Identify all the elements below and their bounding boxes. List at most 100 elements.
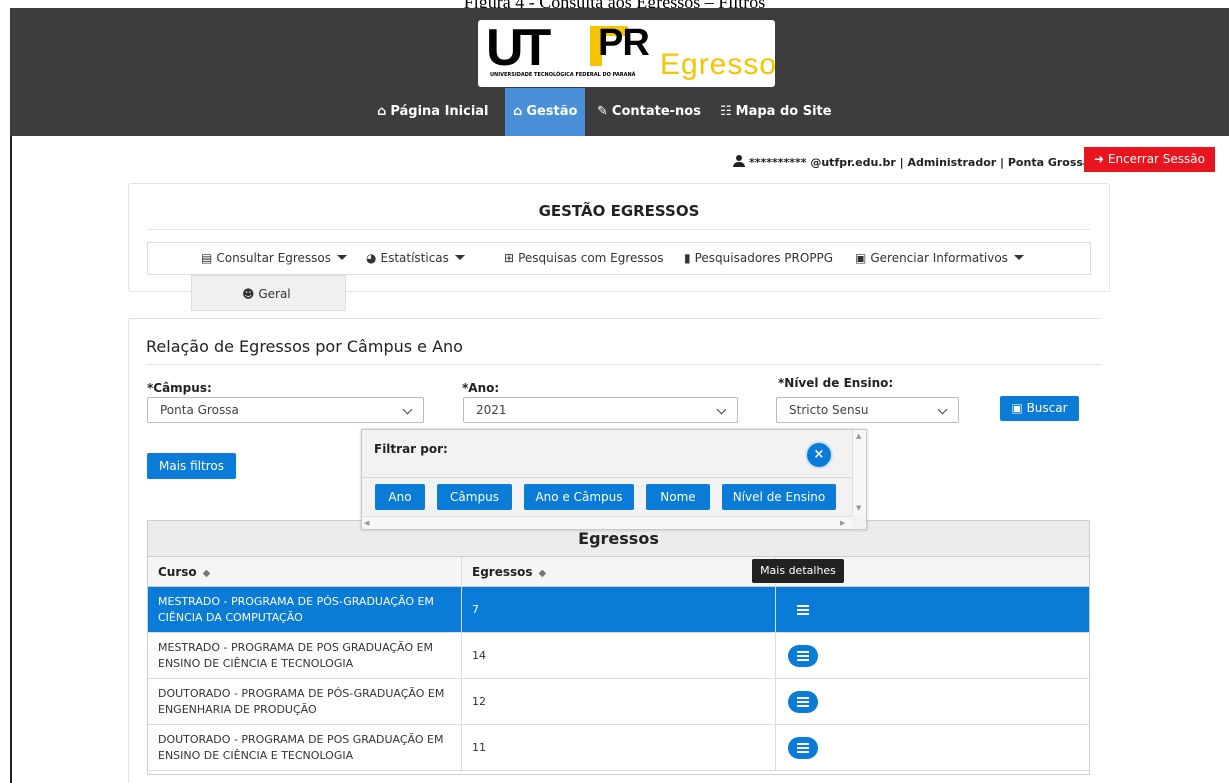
page-left-border [10, 136, 12, 783]
logout-button[interactable]: ➜ Encerrar Sessão [1084, 147, 1215, 172]
filter-nome-button[interactable]: Nome [646, 484, 710, 510]
menu-pesquisas-com-egressos[interactable]: ⊞ Pesquisas com Egressos [504, 243, 664, 274]
table-row[interactable]: MESTRADO - PROGRAMA DE POS GRADUAÇÃO EM … [148, 633, 1089, 679]
buscar-label: Buscar [1026, 401, 1068, 415]
details-button[interactable] [788, 737, 818, 759]
cell-actions [776, 679, 1089, 724]
nivel-select[interactable]: Stricto Sensu [776, 397, 959, 423]
scroll-right-icon: ▶ [840, 519, 846, 527]
cell-curso: DOUTORADO - PROGRAMA DE POS GRADUAÇÃO EM… [148, 725, 462, 770]
nav-label: Mapa do Site [735, 104, 832, 119]
mais-filtros-label: Mais filtros [159, 459, 224, 473]
utfpr-egressos-logo[interactable]: UT PR UNIVERSIDADE TECNOLÓGICA FEDERAL D… [478, 20, 775, 87]
menu-estatisticas[interactable]: ◕ Estatísticas [366, 243, 465, 274]
book-icon: ▮ [684, 251, 691, 265]
cell-egressos: 14 [462, 633, 776, 678]
nav-mapa-do-site[interactable]: ☷ Mapa do Site [720, 88, 832, 136]
filter-campus-button[interactable]: Câmpus [437, 484, 512, 510]
table-row[interactable]: MESTRADO - PROGRAMA DE PÓS-GRADUAÇÃO EM … [148, 587, 1089, 633]
caret-down-icon [337, 255, 348, 260]
buscar-button[interactable]: ▣ Buscar [1000, 396, 1079, 421]
table-row[interactable]: DOUTORADO - PROGRAMA DE PÓS-GRADUAÇÃO EM… [148, 679, 1089, 725]
dropdown-item-geral[interactable]: ☻ Geral [242, 276, 291, 312]
divider [146, 364, 1101, 365]
ano-value: 2021 [476, 403, 507, 417]
details-button[interactable] [788, 599, 818, 621]
ano-label: *Ano: [462, 381, 500, 395]
relacao-title: Relação de Egressos por Câmpus e Ano [146, 337, 463, 356]
nav-gestao[interactable]: ⌂ Gestão [505, 88, 586, 136]
scroll-up-icon: ▲ [856, 432, 862, 440]
logout-label: Encerrar Sessão [1107, 152, 1205, 166]
caret-down-icon [454, 255, 465, 260]
logo-subtitle: UNIVERSIDADE TECNOLÓGICA FEDERAL DO PARA… [490, 72, 636, 78]
table-icon: ⊞ [504, 251, 515, 265]
nav-pagina-inicial[interactable]: ⌂ Página Inicial [377, 88, 489, 136]
close-icon: × [813, 447, 825, 462]
logo-pr-text: PR [598, 22, 650, 64]
nav-label: Gestão [526, 104, 578, 119]
sitemap-icon: ☷ [720, 104, 732, 119]
logo-product-name: Egressos [660, 48, 775, 81]
list-icon [797, 697, 809, 707]
cell-curso: MESTRADO - PROGRAMA DE PÓS-GRADUAÇÃO EM … [148, 587, 462, 632]
dropdown-label: Geral [258, 287, 291, 301]
details-button[interactable] [788, 691, 818, 713]
institution-icon: ⌂ [513, 104, 523, 119]
cell-egressos: 7 [462, 587, 776, 632]
chevron-down-icon [402, 404, 413, 415]
filter-title: Filtrar por: [374, 442, 448, 456]
filter-nivel-de-ensino-button[interactable]: Nível de Ensino [722, 484, 836, 510]
cell-curso: MESTRADO - PROGRAMA DE POS GRADUAÇÃO EM … [148, 633, 462, 678]
gestao-title: GESTÃO EGRESSOS [538, 202, 700, 220]
cell-egressos: 12 [462, 679, 776, 724]
details-button[interactable] [788, 645, 818, 667]
egressos-table: Egressos Curso ◆ Egressos ◆ MESTRADO - PRO… [147, 520, 1090, 775]
column-label: Egressos [472, 565, 533, 579]
consultar-dropdown: ☻ Geral [191, 275, 346, 311]
menu-pesquisadores-proppg[interactable]: ▮ Pesquisadores PROPPG [684, 243, 833, 274]
campus-value: Ponta Grossa [160, 403, 239, 417]
cell-actions [776, 633, 1089, 678]
list-icon [797, 743, 809, 753]
sign-out-icon: ➜ [1094, 152, 1108, 166]
nivel-label: *Nível de Ensino: [778, 376, 894, 390]
pie-chart-icon: ◕ [366, 251, 377, 265]
column-header-egressos[interactable]: Egressos ◆ [462, 557, 776, 587]
campus-select[interactable]: Ponta Grossa [147, 397, 424, 423]
divider [147, 229, 1091, 230]
menu-label: Consultar Egressos [216, 251, 332, 265]
menu-gerenciar-informativos[interactable]: ▣ Gerenciar Informativos [855, 243, 1024, 274]
mais-filtros-button[interactable]: Mais filtros [147, 453, 236, 479]
campus-label: *Câmpus: [147, 381, 212, 395]
divider [362, 477, 852, 478]
details-tooltip: Mais detalhes [752, 559, 844, 583]
close-button[interactable]: × [805, 441, 833, 469]
archive-icon: ▣ [855, 251, 867, 265]
menu-label: Pesquisadores PROPPG [694, 251, 834, 265]
main-nav: ⌂ Página Inicial ⌂ Gestão ✎ Contate-nos ☷ Ma… [10, 88, 1229, 136]
gestao-menubar: ▤ Consultar Egressos ◕ Estatísticas ⊞ Pesqu… [147, 242, 1091, 275]
nav-contate-nos[interactable]: ✎ Contate-nos [597, 88, 701, 136]
menu-label: Pesquisas com Egressos [518, 251, 664, 265]
cell-curso: DOUTORADO - PROGRAMA DE PÓS-GRADUAÇÃO EM… [148, 679, 462, 724]
vertical-scrollbar[interactable]: ▲ ▼ [852, 430, 866, 516]
user-info-text: ********** @utfpr.edu.br | Administrador… [749, 156, 1099, 169]
logo-ut-text: UT [486, 20, 551, 77]
table-row[interactable]: DOUTORADO - PROGRAMA DE POS GRADUAÇÃO EM… [148, 725, 1089, 771]
menu-consultar-egressos[interactable]: ▤ Consultar Egressos [201, 243, 348, 274]
chevron-down-icon [937, 404, 948, 415]
filter-popup: Filtrar por: × Ano Câmpus Ano e Câmpus N… [361, 429, 867, 530]
user-info: ********** @utfpr.edu.br | Administrador… [733, 155, 1098, 169]
ano-select[interactable]: 2021 [463, 397, 738, 423]
chevron-down-icon [716, 404, 727, 415]
horizontal-scrollbar[interactable]: ◀ ▶ [362, 516, 852, 529]
column-header-curso[interactable]: Curso ◆ [148, 557, 462, 587]
edit-icon: ✎ [597, 104, 608, 119]
caret-down-icon [1013, 255, 1024, 260]
filter-ano-e-campus-button[interactable]: Ano e Câmpus [524, 484, 634, 510]
filter-ano-button[interactable]: Ano [375, 484, 425, 510]
column-label: Curso [158, 565, 197, 579]
scroll-left-icon: ◀ [364, 519, 370, 527]
save-icon: ▣ [1011, 401, 1027, 415]
